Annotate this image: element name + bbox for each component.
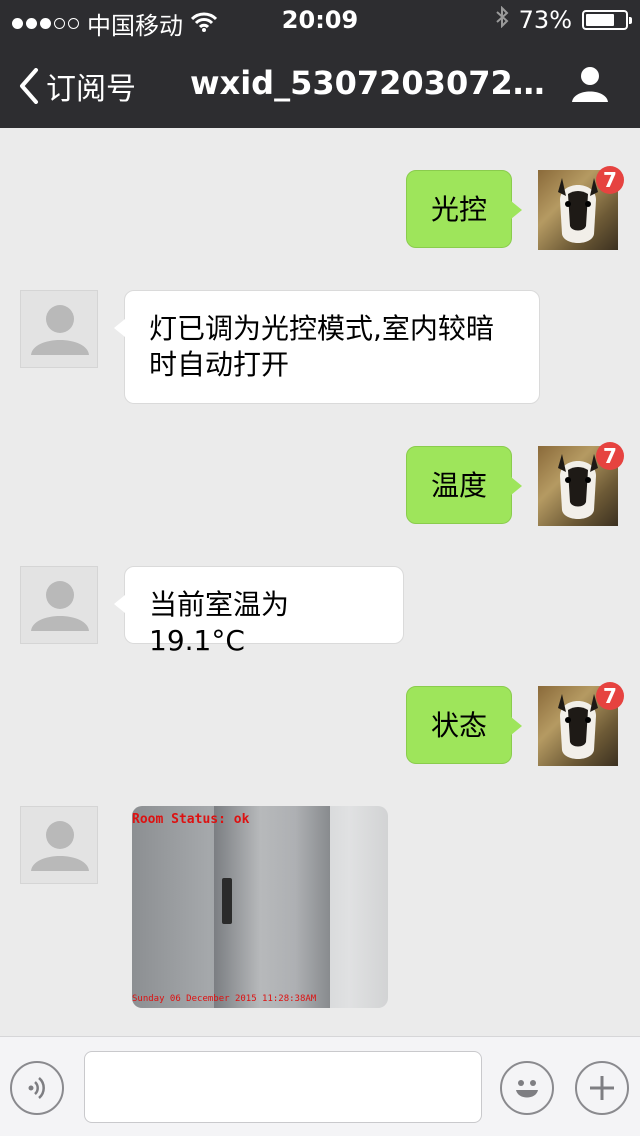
unread-badge: 7	[596, 442, 624, 470]
user-avatar[interactable]: 7	[538, 682, 624, 766]
unread-badge: 7	[596, 166, 624, 194]
message-outgoing: 光控 7	[0, 166, 640, 250]
voice-button[interactable]	[10, 1061, 64, 1115]
chat-area[interactable]: 光控 7 灯已调为光控模式,室内较暗时自动打开 温度 7 当前室温为19.1°C…	[0, 128, 640, 1036]
message-text: 灯已调为光控模式,室内较暗时自动打开	[149, 312, 494, 381]
voice-icon	[28, 1077, 45, 1099]
image-overlay-text: Room Status: ok	[132, 812, 250, 827]
status-bar: 中国移动 20:09 73%	[0, 0, 640, 40]
message-incoming: 灯已调为光控模式,室内较暗时自动打开	[0, 290, 640, 410]
contact-avatar[interactable]	[20, 566, 98, 644]
default-avatar-icon	[31, 581, 89, 631]
battery-icon	[582, 10, 632, 30]
more-button[interactable]	[575, 1061, 629, 1115]
image-message[interactable]: Room Status: ok Sunday 06 December 2015 …	[132, 806, 388, 1008]
chevron-left-icon	[20, 68, 38, 104]
person-icon	[572, 67, 608, 102]
battery-percent: 73%	[518, 6, 572, 34]
default-avatar-icon	[31, 821, 89, 871]
input-bar	[0, 1036, 640, 1136]
battery-info: 73%	[495, 5, 632, 34]
contact-avatar[interactable]	[20, 290, 98, 368]
unread-badge: 7	[596, 682, 624, 710]
user-avatar[interactable]: 7	[538, 166, 624, 250]
door-handle	[222, 878, 232, 924]
message-bubble[interactable]: 状态	[406, 686, 522, 764]
nav-bar: 订阅号 wxid_5307203072…	[0, 40, 640, 128]
message-text: 温度	[431, 469, 488, 502]
chat-title: wxid_5307203072…	[190, 64, 545, 102]
image-timestamp: Sunday 06 December 2015 11:28:38AM	[132, 994, 317, 1004]
plus-icon	[590, 1076, 614, 1100]
message-outgoing: 状态 7	[0, 682, 640, 766]
message-bubble[interactable]: 光控	[406, 170, 522, 248]
message-incoming: Room Status: ok Sunday 06 December 2015 …	[0, 806, 640, 1010]
contact-avatar[interactable]	[20, 806, 98, 884]
message-outgoing: 温度 7	[0, 442, 640, 526]
message-text: 当前室温为19.1°C	[149, 588, 290, 657]
back-label: 订阅号	[46, 72, 136, 107]
message-incoming: 当前室温为19.1°C	[0, 566, 640, 657]
message-bubble[interactable]: 温度	[406, 446, 522, 524]
emoji-button[interactable]	[500, 1061, 554, 1115]
default-avatar-icon	[31, 305, 89, 355]
message-bubble[interactable]: 灯已调为光控模式,室内较暗时自动打开	[114, 290, 540, 404]
user-avatar[interactable]: 7	[538, 442, 624, 526]
contact-info-button[interactable]	[570, 64, 610, 108]
message-text: 状态	[431, 709, 488, 742]
bluetooth-icon	[495, 5, 509, 34]
emoji-icon	[516, 1080, 538, 1098]
back-button[interactable]: 订阅号	[18, 64, 136, 108]
message-input[interactable]	[84, 1051, 482, 1123]
message-text: 光控	[431, 193, 488, 226]
message-bubble[interactable]: 当前室温为19.1°C	[114, 566, 404, 657]
